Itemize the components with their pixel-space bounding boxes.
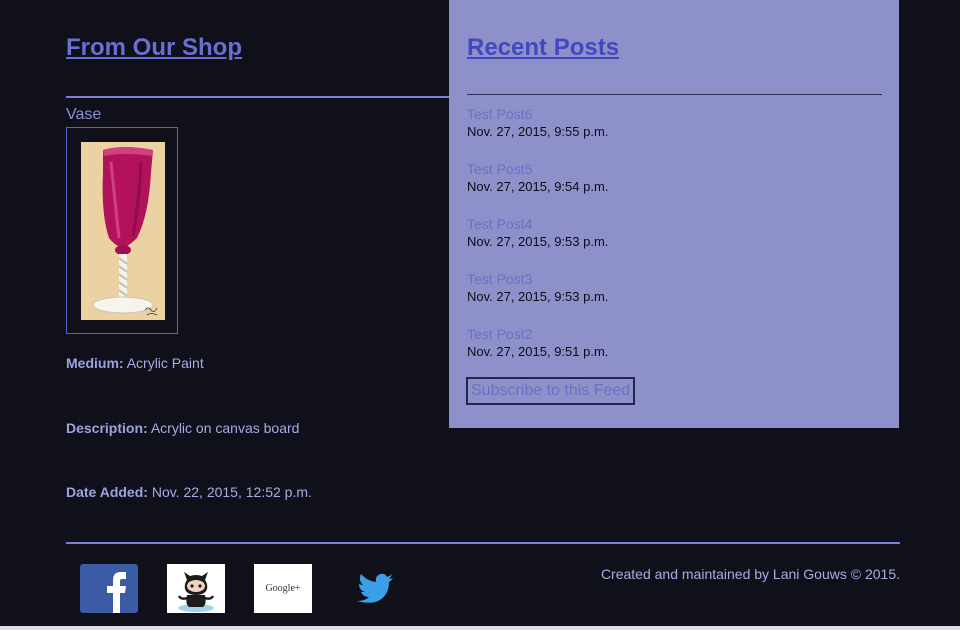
post-title-link[interactable]: Test Post3: [467, 270, 867, 288]
footer-credit: Created and maintained by Lani Gouws © 2…: [600, 566, 900, 582]
medium-value: Acrylic Paint: [126, 355, 204, 371]
description-label: Description:: [66, 420, 148, 436]
post-item: Test Post6 Nov. 27, 2015, 9:55 p.m.: [467, 105, 867, 141]
post-date: Nov. 27, 2015, 9:54 p.m.: [467, 179, 609, 194]
post-date: Nov. 27, 2015, 9:53 p.m.: [467, 234, 609, 249]
date-added-label: Date Added:: [66, 484, 148, 500]
post-title-link[interactable]: Test Post2: [467, 325, 867, 343]
post-date: Nov. 27, 2015, 9:53 p.m.: [467, 289, 609, 304]
shop-divider: [66, 96, 450, 98]
footer-divider: [66, 542, 900, 544]
post-item: Test Post2 Nov. 27, 2015, 9:51 p.m.: [467, 325, 867, 361]
post-title-link[interactable]: Test Post4: [467, 215, 867, 233]
post-date: Nov. 27, 2015, 9:55 p.m.: [467, 124, 609, 139]
product-medium: Medium: Acrylic Paint: [66, 355, 204, 371]
recent-posts-heading-link[interactable]: Recent Posts: [467, 34, 619, 62]
post-title-link[interactable]: Test Post5: [467, 160, 867, 178]
product-name: Vase: [66, 106, 102, 123]
twitter-icon[interactable]: [345, 564, 403, 613]
subscribe-feed-button[interactable]: Subscribe to this Feed: [466, 377, 636, 405]
post-title-link[interactable]: Test Post6: [467, 105, 867, 123]
vase-painting-image: [81, 142, 165, 320]
post-item: Test Post5 Nov. 27, 2015, 9:54 p.m.: [467, 160, 867, 196]
post-item: Test Post4 Nov. 27, 2015, 9:53 p.m.: [467, 215, 867, 251]
description-value: Acrylic on canvas board: [150, 420, 300, 436]
shop-heading-link[interactable]: From Our Shop: [66, 34, 242, 62]
medium-label: Medium:: [66, 355, 124, 371]
recent-posts-panel: Recent Posts Test Post6 Nov. 27, 2015, 9…: [449, 0, 899, 428]
product-image-link[interactable]: [66, 127, 178, 334]
post-date: Nov. 27, 2015, 9:51 p.m.: [467, 344, 609, 359]
post-item: Test Post3 Nov. 27, 2015, 9:53 p.m.: [467, 270, 867, 306]
facebook-icon[interactable]: [80, 564, 138, 613]
google-plus-label: Google+: [265, 583, 301, 594]
recent-posts-divider: [467, 94, 882, 95]
date-added-value: Nov. 22, 2015, 12:52 p.m.: [151, 484, 312, 500]
google-plus-icon[interactable]: Google+: [254, 564, 312, 613]
page-bottom-edge: [0, 626, 960, 630]
github-icon[interactable]: [167, 564, 225, 613]
product-description: Description: Acrylic on canvas board: [66, 420, 299, 436]
product-date-added: Date Added: Nov. 22, 2015, 12:52 p.m.: [66, 484, 312, 500]
